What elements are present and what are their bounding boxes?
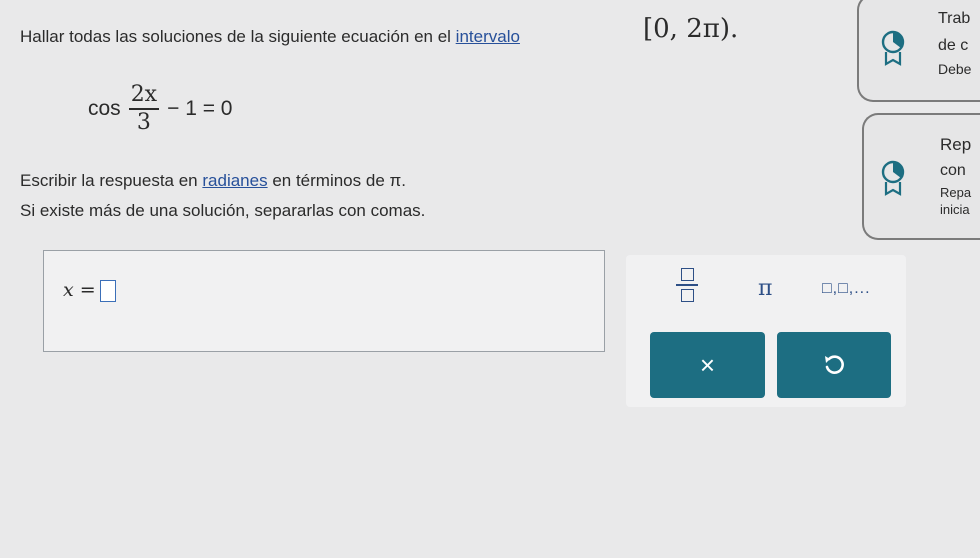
instruction-suffix: en términos de π. [267,171,406,190]
radianes-link[interactable]: radianes [202,171,267,190]
close-icon: × [699,349,716,380]
interval-value: [0, 2π) [643,14,730,44]
instruction-line-1: Escribir la respuesta en radianes en tér… [20,171,406,191]
equation-function: cos [88,97,121,120]
pi-key[interactable]: π [758,276,772,301]
equation-numerator: 2x [128,82,160,110]
question-text: Hallar todas las soluciones de la siguie… [20,27,520,47]
interval-notation: [0, 2π). [643,14,738,44]
fraction-numerator-box-icon [680,268,694,281]
equation-fraction: 2x 3 [128,82,160,136]
bookmark-clock-icon [881,160,905,196]
interval-period: . [730,14,739,44]
fraction-denominator-box-icon [680,289,694,302]
equation-denominator: 3 [136,110,151,135]
card2-line2: con [940,162,966,179]
card2-line3: Repa [940,185,972,200]
card1-line2: de c [938,37,969,54]
card2-line1: Rep [940,135,972,154]
equation-rest: − 1 = 0 [167,97,233,120]
interval-link[interactable]: intervalo [456,27,520,46]
clear-button[interactable]: × [650,332,765,398]
card1-line3: Debe [938,61,972,77]
card2-line4: inicia [940,202,970,217]
card1-line1: Trab [938,10,971,27]
undo-icon [825,355,844,374]
equation: cos 2x 3 − 1 = 0 [88,74,232,144]
answer-input[interactable] [100,280,116,302]
question-prefix: Hallar todas las soluciones de la siguie… [20,27,456,46]
fraction-bar-icon [676,284,698,286]
bookmark-clock-icon [881,30,905,66]
fraction-key[interactable] [675,268,699,302]
answer-box[interactable] [43,250,605,352]
undo-button[interactable] [777,332,891,398]
instruction-line-2: Si existe más de una solución, separarla… [20,201,426,220]
answer-label: x = [63,279,96,301]
instruction-prefix: Escribir la respuesta en [20,171,203,190]
list-key[interactable]: □,□,... [822,280,871,298]
